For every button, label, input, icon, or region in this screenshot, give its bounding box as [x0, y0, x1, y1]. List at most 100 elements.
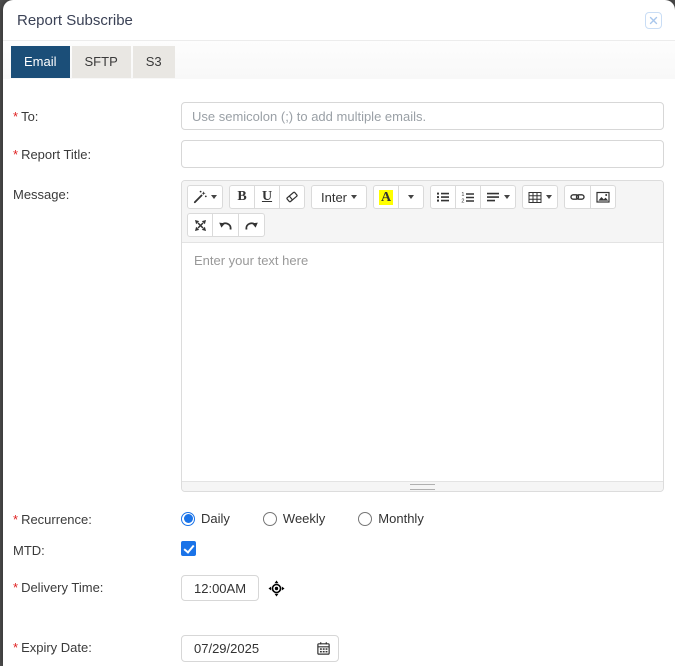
paragraph-align-button[interactable] — [480, 185, 517, 209]
to-label: * To: — [13, 109, 39, 124]
message-editarea[interactable]: Enter your text here — [182, 243, 663, 481]
mtd-label: MTD: — [13, 543, 45, 558]
editor-resize-bar[interactable] — [182, 481, 663, 491]
recurrence-weekly-radio[interactable] — [262, 511, 277, 526]
expiry-date-label: * Expiry Date: — [13, 640, 92, 655]
chevron-down-icon — [351, 195, 358, 199]
font-family-value: Inter — [321, 189, 348, 205]
chevron-down-icon — [504, 195, 511, 199]
toolbar-row-1: B U Inter A 1 2 — [187, 185, 658, 209]
table-icon — [528, 191, 542, 204]
paragraph-align-icon — [486, 190, 500, 204]
fullscreen-icon — [194, 219, 207, 232]
ordered-list-icon: 12 — [461, 190, 475, 204]
to-input[interactable] — [181, 102, 664, 130]
recurrence-monthly-label: Monthly — [378, 511, 424, 526]
font-color-dropdown[interactable] — [398, 185, 425, 209]
close-icon — [649, 16, 658, 25]
bold-button[interactable]: B — [229, 185, 255, 209]
to-field — [181, 102, 664, 130]
close-button[interactable] — [645, 11, 662, 29]
clear-format-button[interactable] — [279, 185, 305, 209]
required-marker: * — [13, 512, 19, 527]
delivery-time-field — [181, 573, 664, 601]
recurrence-weekly-option[interactable]: Weekly — [262, 511, 326, 526]
recurrence-daily-option[interactable]: Daily — [181, 511, 230, 526]
table-button[interactable] — [522, 185, 559, 209]
paragraph-group: 12 — [430, 185, 517, 209]
to-row: * To: — [3, 102, 675, 130]
chevron-down-icon — [211, 195, 217, 199]
mtd-field — [181, 541, 664, 561]
font-style-group: B U — [229, 185, 305, 209]
magic-wand-icon — [193, 190, 207, 204]
redo-button[interactable] — [238, 213, 265, 237]
table-group — [522, 185, 559, 209]
message-field: B U Inter A 1 2 Enter your text here — [181, 180, 664, 492]
report-subscribe-dialog: Report Subscribe Email SFTP S3 *To: *Rep… — [3, 0, 675, 666]
recurrence-row: * Recurrence: Daily Weekly Monthly — [3, 505, 675, 527]
delivery-time-row: * Delivery Time: — [3, 573, 675, 601]
resize-grip-icon — [410, 483, 435, 490]
recurrence-weekly-label: Weekly — [282, 511, 326, 526]
undo-button[interactable] — [212, 213, 239, 237]
unordered-list-icon — [436, 190, 450, 204]
picture-button[interactable] — [590, 185, 617, 209]
toolbar-row-2 — [187, 213, 658, 237]
font-color-button[interactable]: A — [373, 185, 400, 209]
time-picker-crosshair-icon[interactable] — [268, 580, 285, 597]
required-marker: * — [13, 109, 19, 124]
recurrence-daily-label: Daily — [201, 511, 230, 526]
font-family-group: Inter — [311, 185, 368, 209]
editor-toolbar: B U Inter A 1 2 — [182, 181, 663, 243]
required-marker: * — [13, 147, 19, 162]
expiry-date-row: * Expiry Date: — [3, 633, 675, 662]
recurrence-monthly-option[interactable]: Monthly — [358, 511, 424, 526]
redo-icon — [244, 219, 259, 232]
undo-icon — [218, 219, 233, 232]
chevron-down-icon — [408, 195, 415, 199]
font-family-dropdown[interactable]: Inter — [311, 185, 368, 209]
report-title-row: * Report Title: — [3, 140, 675, 168]
report-title-label: * Report Title: — [13, 147, 92, 162]
delivery-time-input[interactable] — [181, 575, 259, 601]
expiry-date-field — [181, 633, 664, 662]
message-row: Message: B U Inter A 1 2 Enter your text… — [3, 180, 675, 492]
magic-style-button[interactable] — [187, 185, 223, 209]
mtd-checkbox[interactable] — [181, 541, 196, 556]
ordered-list-button[interactable]: 12 — [455, 185, 482, 209]
recurrence-label: * Recurrence: — [13, 512, 92, 527]
calendar-icon[interactable] — [316, 641, 331, 656]
misc-group — [187, 213, 265, 237]
recurrence-options: Daily Weekly Monthly — [181, 505, 664, 526]
svg-text:2: 2 — [462, 199, 465, 204]
tab-sftp[interactable]: SFTP — [71, 46, 131, 78]
chevron-down-icon — [546, 195, 553, 199]
mtd-row: MTD: — [3, 541, 675, 561]
recurrence-daily-radio[interactable] — [181, 511, 195, 526]
report-title-input[interactable] — [181, 140, 664, 168]
recurrence-monthly-radio[interactable] — [358, 511, 373, 526]
unordered-list-button[interactable] — [430, 185, 457, 209]
rich-text-editor: B U Inter A 1 2 Enter your text here — [181, 180, 664, 492]
recurrence-field: Daily Weekly Monthly — [181, 505, 664, 526]
fullscreen-button[interactable] — [187, 213, 213, 237]
required-marker: * — [13, 640, 19, 655]
message-placeholder: Enter your text here — [194, 253, 309, 268]
tab-email[interactable]: Email — [11, 46, 70, 78]
eraser-icon — [285, 190, 299, 204]
report-title-field — [181, 140, 664, 168]
svg-text:1: 1 — [462, 192, 465, 198]
dialog-header: Report Subscribe — [3, 0, 675, 41]
underline-button[interactable]: U — [254, 185, 280, 209]
tab-bar: Email SFTP S3 — [3, 41, 675, 79]
link-button[interactable] — [564, 185, 592, 209]
message-label: Message: — [13, 187, 70, 202]
font-color-group: A — [373, 185, 425, 209]
tab-s3[interactable]: S3 — [132, 46, 175, 78]
picture-icon — [596, 190, 610, 204]
font-color-icon: A — [379, 189, 394, 205]
delivery-time-label: * Delivery Time: — [13, 580, 104, 595]
style-group — [187, 185, 223, 209]
required-marker: * — [13, 580, 19, 595]
